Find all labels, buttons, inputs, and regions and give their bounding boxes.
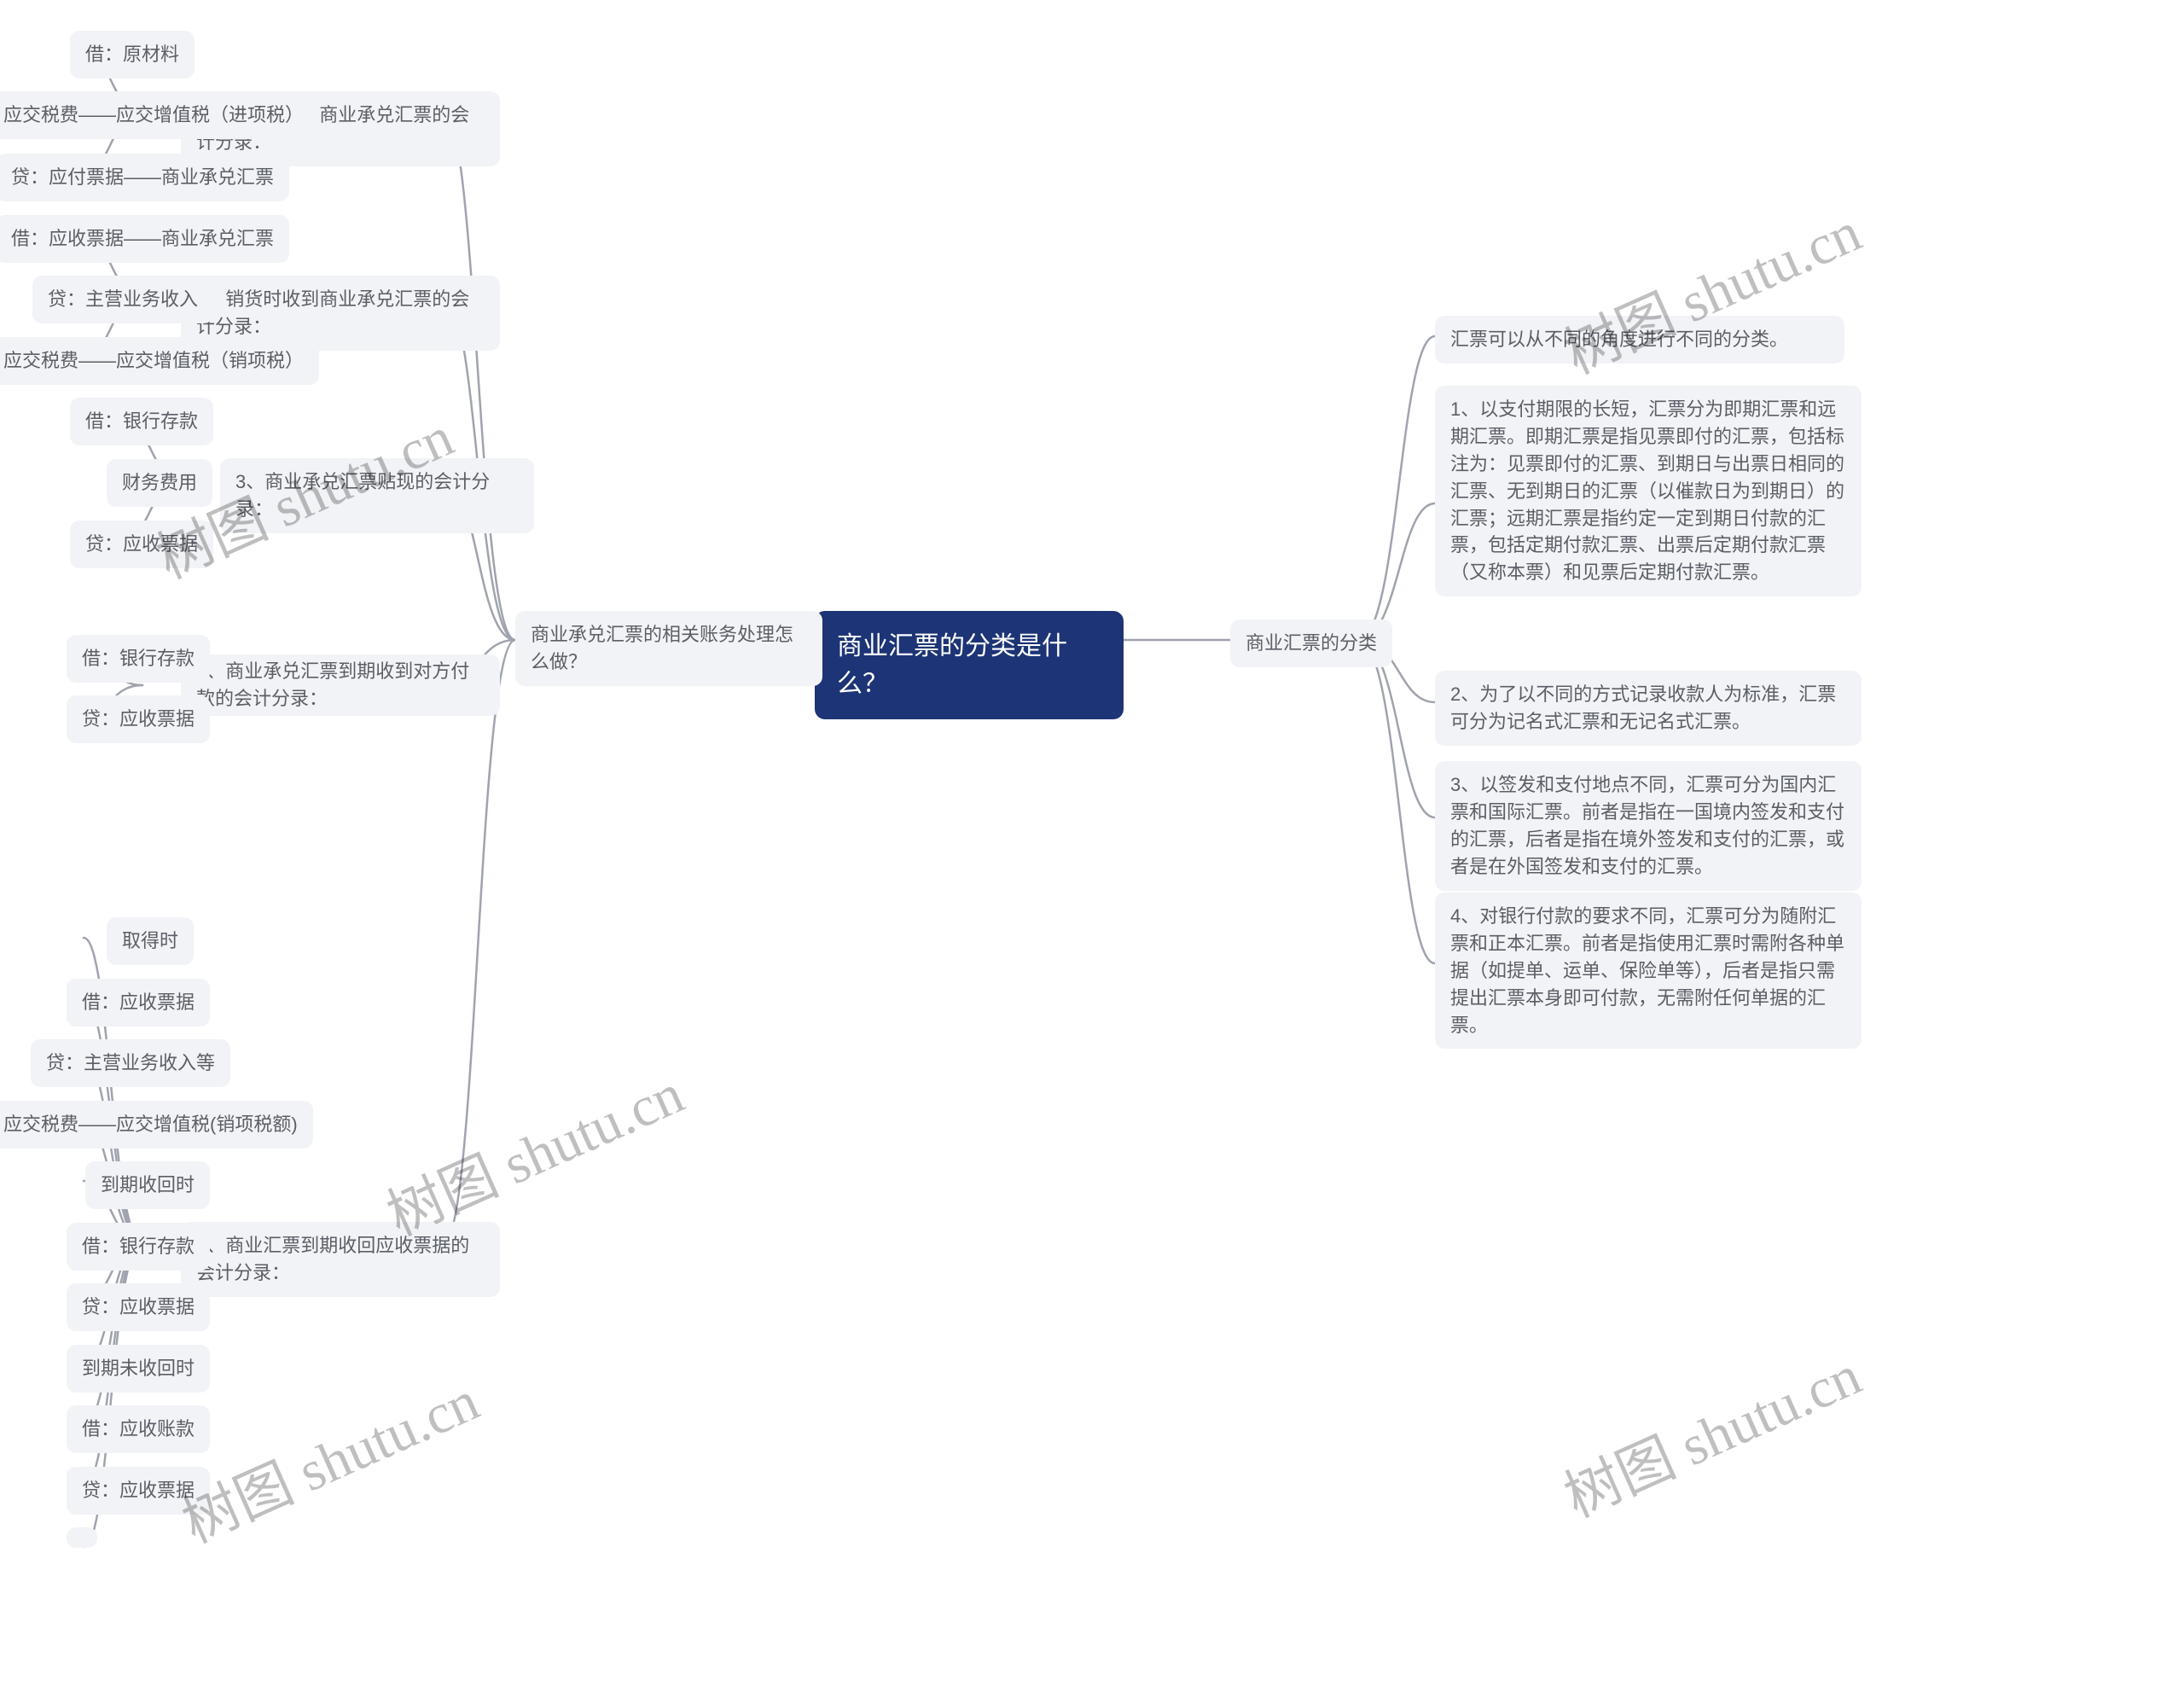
right-child-1[interactable]: 汇票可以从不同的角度进行不同的分类。 <box>1435 316 1844 363</box>
left-sub-2-leaf-1[interactable]: 借：应收票据——商业承兑汇票 <box>0 215 289 263</box>
watermark-text: 树图 shutu.cn <box>379 1062 693 1247</box>
left-sub-5-leaf-1[interactable]: 取得时 <box>107 917 194 965</box>
left-sub-4-leaf-1[interactable]: 借：银行存款 <box>67 635 210 683</box>
left-sub-5-leaf-5[interactable]: 到期收回时 <box>85 1161 210 1209</box>
leaf-label: 借：银行存款 <box>82 1233 195 1260</box>
right-child-3-label: 2、为了以不同的方式记录收款人为标准，汇票可分为记名式汇票和无记名式汇票。 <box>1450 681 1846 736</box>
leaf-label: 应交税费——应交增值税(销项税额) <box>3 1111 298 1138</box>
left-sub-5-leaf-11[interactable] <box>67 1527 97 1548</box>
left-sub-1-leaf-2[interactable]: 应交税费——应交增值税（进项税） <box>0 91 319 139</box>
watermark-3: 树图 shutu.cn <box>167 1356 489 1559</box>
left-sub-3[interactable]: 3、商业承兑汇票贴现的会计分录： <box>220 458 534 533</box>
left-sub-5-label: 5、商业汇票到期收回应收票据的会计分录： <box>196 1232 485 1287</box>
leaf-label: 贷：应收票据 <box>82 1294 195 1321</box>
left-main-label: 商业承兑汇票的相关账务处理怎么做？ <box>531 621 807 676</box>
right-child-3[interactable]: 2、为了以不同的方式记录收款人为标准，汇票可分为记名式汇票和无记名式汇票。 <box>1435 671 1862 746</box>
left-sub-5-leaf-2[interactable]: 借：应收票据 <box>67 979 210 1026</box>
left-sub-3-leaf-1[interactable]: 借：银行存款 <box>70 398 213 445</box>
center-node[interactable]: 商业汇票的分类是什么？ <box>815 611 1124 719</box>
left-sub-5-leaf-9[interactable]: 借：应收账款 <box>67 1405 210 1453</box>
leaf-label: 贷：应收票据 <box>82 706 195 733</box>
leaf-label: 应交税费——应交增值税（进项税） <box>3 102 304 129</box>
right-child-5-label: 4、对银行付款的要求不同，汇票可分为随附汇票和正本汇票。前者是指使用汇票时需附各… <box>1450 903 1846 1038</box>
left-main-node[interactable]: 商业承兑汇票的相关账务处理怎么做？ <box>515 611 822 686</box>
right-child-4-label: 3、以签发和支付地点不同，汇票可分为国内汇票和国际汇票。前者是指在一国境内签发和… <box>1450 771 1846 881</box>
leaf-label: 借：银行存款 <box>85 408 198 435</box>
leaf-label: 贷：主营业务收入等 <box>46 1050 215 1077</box>
left-sub-2-leaf-3[interactable]: 应交税费——应交增值税（销项税） <box>0 337 319 385</box>
left-sub-3-label: 3、商业承兑汇票贴现的会计分录： <box>235 468 519 523</box>
right-child-2[interactable]: 1、以支付期限的长短，汇票分为即期汇票和远期汇票。即期汇票是指见票即付的汇票，包… <box>1435 386 1862 596</box>
leaf-label: 到期收回时 <box>101 1172 195 1199</box>
right-child-1-label: 汇票可以从不同的角度进行不同的分类。 <box>1450 326 1788 353</box>
leaf-label: 借：应收票据——商业承兑汇票 <box>11 225 274 253</box>
left-sub-5-leaf-7[interactable]: 贷：应收票据 <box>67 1283 210 1331</box>
leaf-label: 到期未收回时 <box>82 1355 195 1382</box>
watermark-text: 树图 shutu.cn <box>174 1370 488 1555</box>
leaf-label: 贷：应付票据——商业承兑汇票 <box>11 164 274 191</box>
leaf-label: 贷：主营业务收入 <box>48 286 198 313</box>
watermark-5: 树图 shutu.cn <box>1549 1330 1871 1533</box>
left-sub-3-leaf-3[interactable]: 贷：应收票据 <box>70 521 213 568</box>
left-sub-5-leaf-4[interactable]: 应交税费——应交增值税(销项税额) <box>0 1101 313 1149</box>
leaf-label: 取得时 <box>122 928 178 955</box>
leaf-label: 应交税费——应交增值税（销项税） <box>3 347 304 375</box>
left-sub-2-label: 2、销货时收到商业承兑汇票的会计分录： <box>196 286 485 340</box>
leaf-label: 借：应收票据 <box>82 989 195 1016</box>
left-sub-5-leaf-10[interactable]: 贷：应收票据 <box>67 1467 210 1515</box>
left-sub-4-label: 4、商业承兑汇票到期收到对方付款的会计分录： <box>196 658 485 712</box>
right-child-4[interactable]: 3、以签发和支付地点不同，汇票可分为国内汇票和国际汇票。前者是指在一国境内签发和… <box>1435 761 1862 891</box>
leaf-label: 贷：应收票据 <box>85 531 198 558</box>
leaf-label: 借：银行存款 <box>82 645 195 672</box>
right-child-5[interactable]: 4、对银行付款的要求不同，汇票可分为随附汇票和正本汇票。前者是指使用汇票时需附各… <box>1435 893 1862 1049</box>
right-main-label: 商业汇票的分类 <box>1246 630 1377 657</box>
leaf-label: 借：应收账款 <box>82 1416 195 1443</box>
right-main-node[interactable]: 商业汇票的分类 <box>1230 619 1392 667</box>
left-sub-2-leaf-2[interactable]: 贷：主营业务收入 <box>32 276 213 323</box>
leaf-label: 财务费用 <box>122 469 197 497</box>
left-sub-4-leaf-2[interactable]: 贷：应收票据 <box>67 695 210 743</box>
center-node-label: 商业汇票的分类是什么？ <box>837 628 1101 702</box>
left-sub-1-leaf-1[interactable]: 借：原材料 <box>70 31 195 79</box>
left-sub-5-leaf-6[interactable]: 借：银行存款 <box>67 1223 210 1271</box>
left-sub-1-leaf-3[interactable]: 贷：应付票据——商业承兑汇票 <box>0 154 289 201</box>
leaf-label: 贷：应收票据 <box>82 1477 195 1504</box>
right-child-2-label: 1、以支付期限的长短，汇票分为即期汇票和远期汇票。即期汇票是指见票即付的汇票，包… <box>1450 396 1846 586</box>
left-sub-4[interactable]: 4、商业承兑汇票到期收到对方付款的会计分录： <box>181 654 500 716</box>
left-sub-5-leaf-8[interactable]: 到期未收回时 <box>67 1345 210 1393</box>
leaf-label: 借：原材料 <box>85 41 179 68</box>
left-sub-3-leaf-2[interactable]: 财务费用 <box>107 459 212 507</box>
left-sub-5[interactable]: 5、商业汇票到期收回应收票据的会计分录： <box>181 1222 500 1297</box>
watermark-text: 树图 shutu.cn <box>1556 1344 1870 1529</box>
mindmap-canvas: 商业汇票的分类是什么？ 商业汇票的分类 汇票可以从不同的角度进行不同的分类。 1… <box>0 0 2184 1704</box>
left-sub-5-leaf-3[interactable]: 贷：主营业务收入等 <box>31 1039 230 1087</box>
